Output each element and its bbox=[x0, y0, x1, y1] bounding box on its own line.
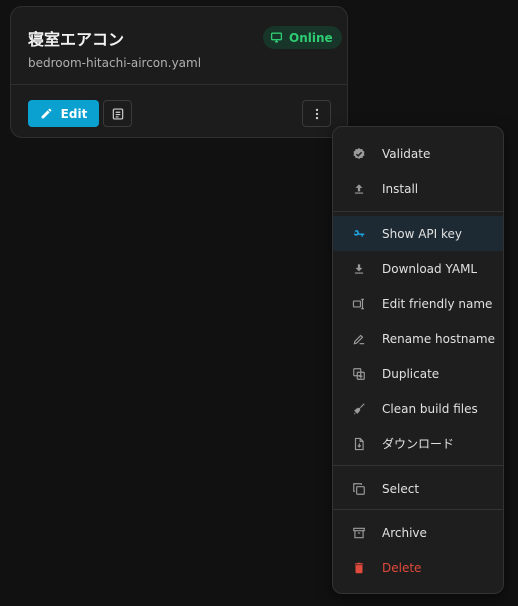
status-badge: Online bbox=[263, 26, 342, 49]
menu-item-label: Archive bbox=[382, 525, 427, 540]
menu-item-label: Install bbox=[382, 181, 419, 196]
key-icon bbox=[353, 229, 365, 237]
menu-item-label: Download YAML bbox=[382, 261, 478, 276]
menu-item-rename-hostname[interactable]: Rename hostname bbox=[333, 321, 503, 356]
menu-item-validate[interactable]: Validate bbox=[333, 136, 503, 171]
archive-icon bbox=[353, 527, 365, 538]
broom-icon bbox=[353, 402, 365, 415]
status-text: Online bbox=[289, 30, 333, 45]
file-download-icon bbox=[354, 437, 364, 450]
select-copy-icon bbox=[353, 482, 365, 495]
download-icon bbox=[354, 263, 364, 274]
device-title: 寝室エアコン bbox=[28, 30, 125, 49]
dots-vertical-icon bbox=[315, 108, 318, 119]
monitor-icon bbox=[270, 32, 283, 43]
menu-item-label: Delete bbox=[382, 560, 422, 575]
menu-item-label: Duplicate bbox=[382, 366, 440, 381]
menu-item-clean-build-files[interactable]: Clean build files bbox=[333, 391, 503, 426]
menu-item-download-yaml[interactable]: Download YAML bbox=[333, 251, 503, 286]
menu-item-label: Select bbox=[382, 481, 420, 496]
menu-separator bbox=[333, 211, 503, 212]
rename-box-icon bbox=[352, 298, 364, 309]
device-actions-menu: Validate Install Show API key Download Y… bbox=[332, 126, 504, 594]
logs-button[interactable] bbox=[103, 100, 132, 127]
menu-item-install[interactable]: Install bbox=[333, 171, 503, 206]
menu-item-label: ダウンロード bbox=[382, 437, 455, 451]
menu-item-label: Clean build files bbox=[382, 401, 478, 416]
menu-separator bbox=[333, 509, 503, 510]
menu-separator bbox=[333, 465, 503, 466]
menu-item-label: Edit friendly name bbox=[382, 296, 493, 311]
menu-item-duplicate[interactable]: Duplicate bbox=[333, 356, 503, 391]
pencil-icon bbox=[41, 108, 52, 119]
edit-label: Edit bbox=[60, 106, 88, 121]
menu-item-label: Show API key bbox=[382, 226, 462, 241]
upload-icon bbox=[354, 183, 364, 194]
menu-item-edit-friendly-name[interactable]: Edit friendly name bbox=[333, 286, 503, 321]
check-badge-icon bbox=[353, 147, 365, 159]
menu-item-label: Validate bbox=[382, 146, 431, 161]
trash-icon bbox=[354, 562, 364, 573]
logs-icon bbox=[112, 107, 123, 120]
more-options-button[interactable] bbox=[302, 100, 331, 127]
device-filename: bedroom-hitachi-aircon.yaml bbox=[28, 56, 202, 70]
menu-item-select[interactable]: Select bbox=[333, 471, 503, 506]
menu-item-delete[interactable]: Delete bbox=[333, 550, 503, 585]
device-card: 寝室エアコン bedroom-hitachi-aircon.yaml Onlin… bbox=[10, 6, 348, 138]
menu-item-archive[interactable]: Archive bbox=[333, 515, 503, 550]
edit-button[interactable]: Edit bbox=[28, 100, 99, 127]
menu-item-download-jp[interactable]: ダウンロード bbox=[333, 426, 503, 461]
menu-item-label: Rename hostname bbox=[382, 331, 495, 346]
card-divider bbox=[11, 84, 347, 85]
pencil-line-icon bbox=[353, 334, 365, 344]
menu-item-show-api-key[interactable]: Show API key bbox=[333, 216, 503, 251]
duplicate-icon bbox=[353, 367, 365, 380]
